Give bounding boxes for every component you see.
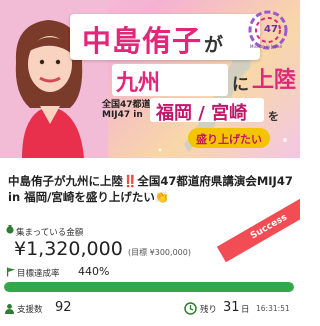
collected-amount: ¥1,320,000: [14, 238, 123, 260]
banner-particle-wo: を: [268, 110, 279, 123]
banner-moriage-text: 盛り上げたい: [196, 133, 262, 146]
banner-title-particle: が: [204, 34, 224, 56]
banner-title-box: 中島侑子: [70, 14, 260, 60]
supporters-icon: [5, 304, 14, 314]
time-left-label: 残り: [200, 305, 218, 315]
banner-cities: 福岡 / 宮崎: [156, 103, 248, 124]
logo-caption: Mission in Japan: [250, 44, 283, 49]
banner-kyushu-box: 九州: [112, 64, 228, 96]
funding-stats: Success 集まっている金額 ¥1,320,000 (目標 ¥300,000…: [0, 191, 300, 326]
logo-number: 47: [264, 24, 278, 35]
achievement-rate-label: 目標達成率: [17, 269, 60, 279]
achievement-rate-value: 440%: [78, 265, 110, 278]
days-unit: 日: [241, 305, 250, 315]
goal-amount: (目標 ¥300,000): [128, 248, 191, 257]
supporters-label: 支援数: [17, 305, 43, 315]
money-bag-icon: [6, 225, 14, 234]
end-time: 16:31:51: [256, 304, 290, 313]
supporters-count: 92: [55, 300, 72, 315]
clock-icon: [184, 302, 197, 315]
project-title[interactable]: 中島侑子が九州に上陸‼️全国47都道府県講演会MIJ47 in 福岡/宮崎を盛り…: [8, 173, 294, 205]
collected-label: 集まっている金額: [16, 228, 84, 238]
funding-progress-bar: [4, 282, 294, 292]
banner-joriku: 上陸: [252, 68, 297, 93]
flag-icon: [7, 267, 15, 277]
project-page: 中島侑子 が 九州 に 上陸 全国47都道府県講演会 MIJ47 in 福岡 /…: [0, 0, 300, 326]
banner-moriage-badge: 盛り上げたい: [188, 128, 270, 148]
days-left-value: 31: [223, 300, 240, 315]
banner-tour-code: MIJ47 in: [102, 110, 143, 120]
funding-progress-fill: [4, 282, 294, 292]
banner-particle-ni: に: [232, 75, 249, 95]
banner-kyushu: 九州: [116, 71, 161, 96]
banner-city-box: 福岡 / 宮崎: [150, 98, 264, 124]
banner-title-name: 中島侑子: [82, 24, 203, 58]
project-banner[interactable]: 中島侑子 が 九州 に 上陸 全国47都道府県講演会 MIJ47 in 福岡 /…: [0, 0, 300, 158]
